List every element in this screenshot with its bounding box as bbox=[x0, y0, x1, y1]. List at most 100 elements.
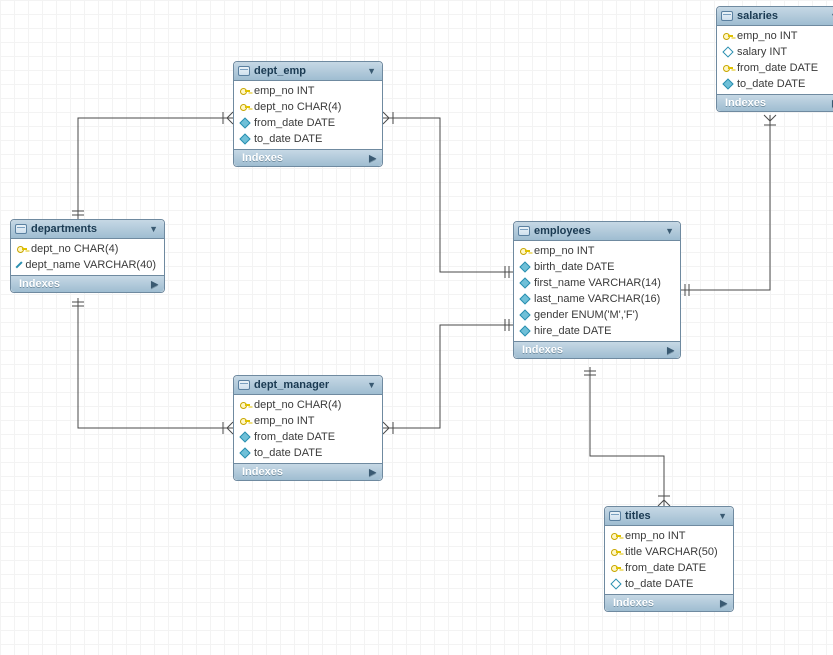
relation-line[interactable] bbox=[383, 118, 513, 272]
column-label: emp_no INT bbox=[254, 415, 315, 427]
relation-line[interactable] bbox=[78, 298, 233, 428]
table-header[interactable]: dept_manager ▼ bbox=[234, 376, 382, 395]
columns-list: emp_no INT title VARCHAR(50)from_date DAT… bbox=[605, 526, 733, 594]
column-row[interactable]: emp_no INT bbox=[605, 528, 733, 544]
table-title: salaries bbox=[737, 10, 826, 22]
column-row[interactable]: gender ENUM('M','F') bbox=[514, 307, 680, 323]
table-departments[interactable]: departments ▼ dept_no CHAR(4)dept_name VAR… bbox=[10, 219, 165, 293]
expand-caret-icon[interactable]: ▶ bbox=[151, 279, 158, 290]
column-row[interactable]: emp_no INT bbox=[234, 83, 382, 99]
indexes-label: Indexes bbox=[242, 152, 283, 164]
column-label: emp_no INT bbox=[254, 85, 315, 97]
table-header[interactable]: dept_emp ▼ bbox=[234, 62, 382, 81]
table-titles[interactable]: titles ▼ emp_no INT title VARCHAR(50)from_d… bbox=[604, 506, 734, 612]
column-row[interactable]: to_date DATE bbox=[605, 576, 733, 592]
expand-caret-icon[interactable]: ▶ bbox=[720, 598, 727, 609]
column-label: gender ENUM('M','F') bbox=[534, 309, 638, 321]
primary-key-icon bbox=[240, 102, 250, 112]
column-row[interactable]: from_date DATE bbox=[234, 429, 382, 445]
table-title: dept_manager bbox=[254, 379, 363, 391]
table-header[interactable]: employees▼ bbox=[514, 222, 680, 241]
table-header[interactable]: departments ▼ bbox=[11, 220, 164, 239]
primary-key-icon bbox=[520, 246, 530, 256]
indexes-section[interactable]: Indexes ▶ bbox=[234, 463, 382, 480]
column-row[interactable]: emp_no INT bbox=[717, 28, 833, 44]
nullable-diamond-icon bbox=[16, 261, 23, 268]
column-row[interactable]: from_date DATE bbox=[234, 115, 382, 131]
relation-line[interactable] bbox=[590, 367, 664, 506]
not-null-diamond-icon bbox=[239, 133, 250, 144]
column-row[interactable]: birth_date DATE bbox=[514, 259, 680, 275]
table-dept_emp[interactable]: dept_emp ▼ emp_no INT dept_no CHAR(4)from_d… bbox=[233, 61, 383, 167]
primary-key-icon bbox=[611, 547, 621, 557]
column-row[interactable]: title VARCHAR(50) bbox=[605, 544, 733, 560]
column-row[interactable]: dept_no CHAR(4) bbox=[234, 397, 382, 413]
expand-caret-icon[interactable]: ▶ bbox=[369, 467, 376, 478]
not-null-diamond-icon bbox=[722, 78, 733, 89]
table-employees[interactable]: employees▼ emp_no INTbirth_date DATE first… bbox=[513, 221, 681, 359]
er-canvas[interactable]: dept_emp▼emp_no INTdept_no CHAR(4)from_d… bbox=[0, 0, 833, 655]
column-row[interactable]: from_date DATE bbox=[605, 560, 733, 576]
column-label: last_name VARCHAR(16) bbox=[534, 293, 660, 305]
relation-line[interactable] bbox=[383, 325, 513, 428]
column-label: emp_no INT bbox=[625, 530, 686, 542]
primary-key-icon bbox=[17, 244, 27, 254]
column-label: hire_date DATE bbox=[534, 325, 611, 337]
table-icon bbox=[238, 380, 250, 390]
collapse-caret-icon[interactable]: ▼ bbox=[149, 224, 158, 234]
table-icon bbox=[721, 11, 733, 21]
expand-caret-icon[interactable]: ▶ bbox=[667, 345, 674, 356]
column-row[interactable]: to_date DATE bbox=[234, 445, 382, 461]
indexes-label: Indexes bbox=[613, 597, 654, 609]
table-header[interactable]: salaries▼ bbox=[717, 7, 833, 26]
indexes-label: Indexes bbox=[522, 344, 563, 356]
table-dept_manager[interactable]: dept_manager ▼ dept_no CHAR(4) emp_no INT fr… bbox=[233, 375, 383, 481]
table-salaries[interactable]: salaries▼ emp_no INTsalary INT from_date D… bbox=[716, 6, 833, 112]
not-null-diamond-icon bbox=[519, 309, 530, 320]
column-row[interactable]: to_date DATE bbox=[717, 76, 833, 92]
collapse-caret-icon[interactable]: ▼ bbox=[367, 380, 376, 390]
column-label: from_date DATE bbox=[737, 62, 818, 74]
collapse-caret-icon[interactable]: ▼ bbox=[367, 66, 376, 76]
table-icon bbox=[609, 511, 621, 521]
column-row[interactable]: emp_no INT bbox=[514, 243, 680, 259]
column-label: to_date DATE bbox=[625, 578, 693, 590]
column-label: from_date DATE bbox=[254, 431, 335, 443]
column-row[interactable]: dept_no CHAR(4) bbox=[11, 241, 164, 257]
table-header[interactable]: titles ▼ bbox=[605, 507, 733, 526]
primary-key-icon bbox=[240, 416, 250, 426]
column-row[interactable]: emp_no INT bbox=[234, 413, 382, 429]
column-row[interactable]: dept_name VARCHAR(40) bbox=[11, 257, 164, 273]
indexes-section[interactable]: Indexes▶ bbox=[717, 94, 833, 111]
column-row[interactable]: dept_no CHAR(4) bbox=[234, 99, 382, 115]
not-null-diamond-icon bbox=[239, 431, 250, 442]
column-row[interactable]: hire_date DATE bbox=[514, 323, 680, 339]
column-row[interactable]: salary INT bbox=[717, 44, 833, 60]
indexes-section[interactable]: Indexes ▶ bbox=[605, 594, 733, 611]
expand-caret-icon[interactable]: ▶ bbox=[369, 153, 376, 164]
column-row[interactable]: last_name VARCHAR(16) bbox=[514, 291, 680, 307]
columns-list: emp_no INTsalary INT from_date DATE to_dat… bbox=[717, 26, 833, 94]
collapse-caret-icon[interactable]: ▼ bbox=[718, 511, 727, 521]
column-label: first_name VARCHAR(14) bbox=[534, 277, 661, 289]
table-icon bbox=[518, 226, 530, 236]
column-row[interactable]: from_date DATE bbox=[717, 60, 833, 76]
table-icon bbox=[238, 66, 250, 76]
indexes-section[interactable]: Indexes ▶ bbox=[11, 275, 164, 292]
relation-line[interactable] bbox=[78, 118, 233, 219]
column-row[interactable]: to_date DATE bbox=[234, 131, 382, 147]
collapse-caret-icon[interactable]: ▼ bbox=[665, 226, 674, 236]
indexes-section[interactable]: Indexes ▶ bbox=[514, 341, 680, 358]
table-title: dept_emp bbox=[254, 65, 363, 77]
primary-key-icon bbox=[723, 31, 733, 41]
indexes-label: Indexes bbox=[19, 278, 60, 290]
column-row[interactable]: first_name VARCHAR(14) bbox=[514, 275, 680, 291]
column-label: to_date DATE bbox=[254, 447, 322, 459]
indexes-section[interactable]: Indexes ▶ bbox=[234, 149, 382, 166]
indexes-label: Indexes bbox=[242, 466, 283, 478]
primary-key-icon bbox=[240, 400, 250, 410]
table-title: departments bbox=[31, 223, 145, 235]
relation-line[interactable] bbox=[681, 115, 770, 290]
table-title: titles bbox=[625, 510, 714, 522]
columns-list: dept_no CHAR(4)dept_name VARCHAR(40) bbox=[11, 239, 164, 275]
